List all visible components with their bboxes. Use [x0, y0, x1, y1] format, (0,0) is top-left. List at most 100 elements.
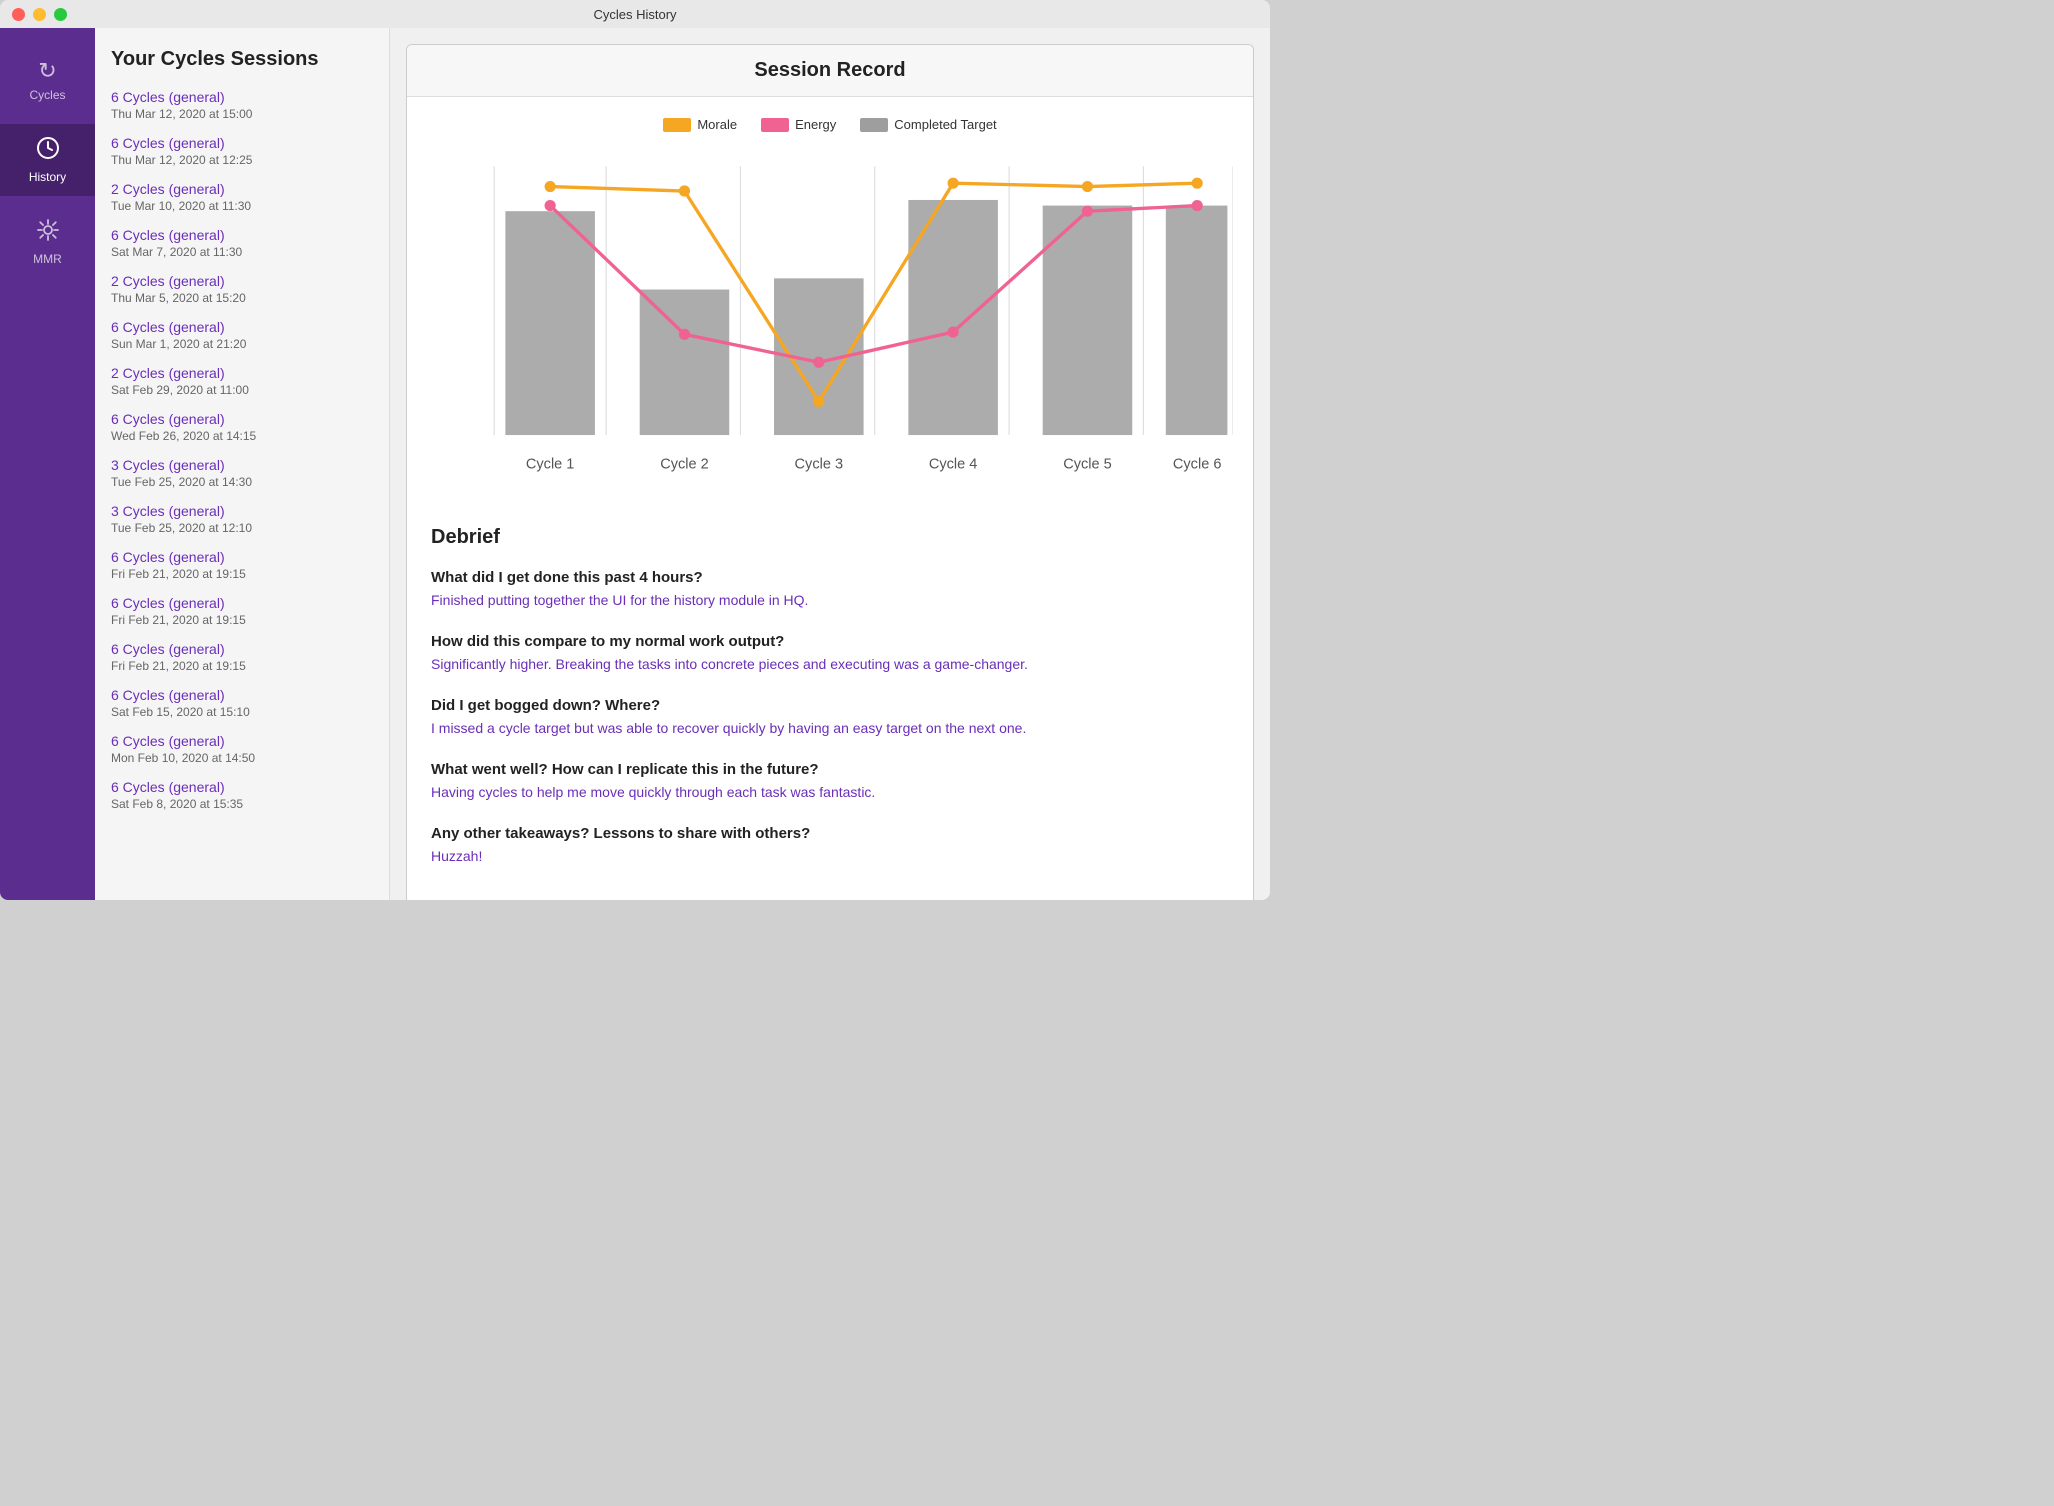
bar-cycle-1 — [505, 211, 595, 435]
cycle-chart: Cycle 1 Cycle 2 Cycle 3 Cycle 4 Cycle 5 … — [427, 144, 1233, 491]
morale-color-swatch — [663, 118, 691, 132]
debrief-question: Any other takeaways? Lessons to share wi… — [431, 825, 1229, 842]
debrief-item: How did this compare to my normal work o… — [431, 633, 1229, 675]
cycle-label-2: Cycle 2 — [660, 457, 709, 473]
sessions-title: Your Cycles Sessions — [111, 48, 373, 71]
session-date: Sun Mar 1, 2020 at 21:20 — [111, 337, 373, 351]
session-name: 6 Cycles (general) — [111, 779, 373, 795]
legend-energy: Energy — [761, 117, 836, 132]
app-container: ↻ Cycles History — [0, 28, 1270, 900]
session-item[interactable]: 6 Cycles (general) Thu Mar 12, 2020 at 1… — [111, 135, 373, 167]
energy-dot-1 — [545, 200, 556, 211]
energy-dot-2 — [679, 329, 690, 340]
session-item[interactable]: 6 Cycles (general) Thu Mar 12, 2020 at 1… — [111, 89, 373, 121]
sidebar-item-cycles[interactable]: ↻ Cycles — [0, 48, 95, 114]
cycle-label-4: Cycle 4 — [929, 457, 978, 473]
energy-dot-6 — [1192, 200, 1203, 211]
energy-dot-3 — [813, 357, 824, 368]
session-item[interactable]: 6 Cycles (general) Fri Feb 21, 2020 at 1… — [111, 641, 373, 673]
sidebar-item-history[interactable]: History — [0, 124, 95, 196]
session-item[interactable]: 2 Cycles (general) Thu Mar 5, 2020 at 15… — [111, 273, 373, 305]
session-item[interactable]: 2 Cycles (general) Tue Mar 10, 2020 at 1… — [111, 181, 373, 213]
session-date: Mon Feb 10, 2020 at 14:50 — [111, 751, 373, 765]
cycle-label-3: Cycle 3 — [795, 457, 844, 473]
session-name: 6 Cycles (general) — [111, 319, 373, 335]
debrief-answer: I missed a cycle target but was able to … — [431, 718, 1229, 739]
session-date: Sat Mar 7, 2020 at 11:30 — [111, 245, 373, 259]
debrief-item: What did I get done this past 4 hours? F… — [431, 569, 1229, 611]
energy-dot-4 — [948, 326, 959, 337]
session-item[interactable]: 6 Cycles (general) Sun Mar 1, 2020 at 21… — [111, 319, 373, 351]
morale-dot-4 — [948, 178, 959, 189]
cycle-label-1: Cycle 1 — [526, 457, 575, 473]
debrief-question: What did I get done this past 4 hours? — [431, 569, 1229, 586]
session-item[interactable]: 2 Cycles (general) Sat Feb 29, 2020 at 1… — [111, 365, 373, 397]
debrief-item: Any other takeaways? Lessons to share wi… — [431, 825, 1229, 867]
session-date: Tue Feb 25, 2020 at 14:30 — [111, 475, 373, 489]
mmr-label: MMR — [33, 252, 62, 266]
bar-cycle-2 — [640, 290, 730, 436]
debrief-answer: Huzzah! — [431, 846, 1229, 867]
session-date: Thu Mar 12, 2020 at 15:00 — [111, 107, 373, 121]
session-name: 6 Cycles (general) — [111, 549, 373, 565]
debrief-answer: Finished putting together the UI for the… — [431, 590, 1229, 611]
maximize-button[interactable] — [54, 8, 67, 21]
session-date: Fri Feb 21, 2020 at 19:15 — [111, 613, 373, 627]
cycles-icon: ↻ — [38, 60, 56, 82]
session-item[interactable]: 6 Cycles (general) Fri Feb 21, 2020 at 1… — [111, 595, 373, 627]
session-date: Tue Mar 10, 2020 at 11:30 — [111, 199, 373, 213]
completed-color-swatch — [860, 118, 888, 132]
session-date: Thu Mar 12, 2020 at 12:25 — [111, 153, 373, 167]
legend-completed-target: Completed Target — [860, 117, 996, 132]
energy-dot-5 — [1082, 206, 1093, 217]
minimize-button[interactable] — [33, 8, 46, 21]
sessions-list: 6 Cycles (general) Thu Mar 12, 2020 at 1… — [111, 89, 373, 811]
sidebar-item-mmr[interactable]: MMR — [0, 206, 95, 278]
cycle-label-6: Cycle 6 — [1173, 457, 1222, 473]
session-name: 6 Cycles (general) — [111, 641, 373, 657]
debrief-question: What went well? How can I replicate this… — [431, 761, 1229, 778]
session-record-card: Session Record Morale Energy C — [406, 44, 1254, 900]
session-date: Sat Feb 29, 2020 at 11:00 — [111, 383, 373, 397]
session-item[interactable]: 3 Cycles (general) Tue Feb 25, 2020 at 1… — [111, 457, 373, 489]
debrief-question: Did I get bogged down? Where? — [431, 697, 1229, 714]
debrief-answer: Significantly higher. Breaking the tasks… — [431, 654, 1229, 675]
chart-area: Morale Energy Completed Target — [407, 97, 1253, 506]
cycles-label: Cycles — [29, 88, 65, 102]
chart-svg-container: Cycle 1 Cycle 2 Cycle 3 Cycle 4 Cycle 5 … — [427, 144, 1233, 496]
morale-dot-3 — [813, 396, 824, 407]
close-button[interactable] — [12, 8, 25, 21]
session-record-title: Session Record — [754, 59, 905, 81]
morale-dot-2 — [679, 185, 690, 196]
debrief-answer: Having cycles to help me move quickly th… — [431, 782, 1229, 803]
session-name: 6 Cycles (general) — [111, 733, 373, 749]
session-date: Thu Mar 5, 2020 at 15:20 — [111, 291, 373, 305]
sidebar: ↻ Cycles History — [0, 28, 95, 900]
mmr-icon — [36, 218, 60, 246]
session-date: Sat Feb 8, 2020 at 15:35 — [111, 797, 373, 811]
debrief-item: Did I get bogged down? Where? I missed a… — [431, 697, 1229, 739]
session-date: Fri Feb 21, 2020 at 19:15 — [111, 659, 373, 673]
session-item[interactable]: 6 Cycles (general) Mon Feb 10, 2020 at 1… — [111, 733, 373, 765]
session-name: 3 Cycles (general) — [111, 503, 373, 519]
session-date: Sat Feb 15, 2020 at 15:10 — [111, 705, 373, 719]
session-item[interactable]: 6 Cycles (general) Sat Mar 7, 2020 at 11… — [111, 227, 373, 259]
session-item[interactable]: 6 Cycles (general) Sat Feb 8, 2020 at 15… — [111, 779, 373, 811]
bar-cycle-6 — [1166, 206, 1228, 435]
session-item[interactable]: 6 Cycles (general) Fri Feb 21, 2020 at 1… — [111, 549, 373, 581]
session-item[interactable]: 3 Cycles (general) Tue Feb 25, 2020 at 1… — [111, 503, 373, 535]
history-icon — [36, 136, 60, 164]
title-bar: Cycles History — [0, 0, 1270, 28]
chart-legend: Morale Energy Completed Target — [427, 117, 1233, 132]
session-date: Wed Feb 26, 2020 at 14:15 — [111, 429, 373, 443]
session-item[interactable]: 6 Cycles (general) Sat Feb 15, 2020 at 1… — [111, 687, 373, 719]
session-name: 3 Cycles (general) — [111, 457, 373, 473]
session-item[interactable]: 6 Cycles (general) Wed Feb 26, 2020 at 1… — [111, 411, 373, 443]
session-name: 2 Cycles (general) — [111, 273, 373, 289]
energy-label: Energy — [795, 117, 836, 132]
session-date: Tue Feb 25, 2020 at 12:10 — [111, 521, 373, 535]
window-title: Cycles History — [593, 7, 676, 22]
debrief-question: How did this compare to my normal work o… — [431, 633, 1229, 650]
session-name: 2 Cycles (general) — [111, 365, 373, 381]
session-name: 6 Cycles (general) — [111, 687, 373, 703]
